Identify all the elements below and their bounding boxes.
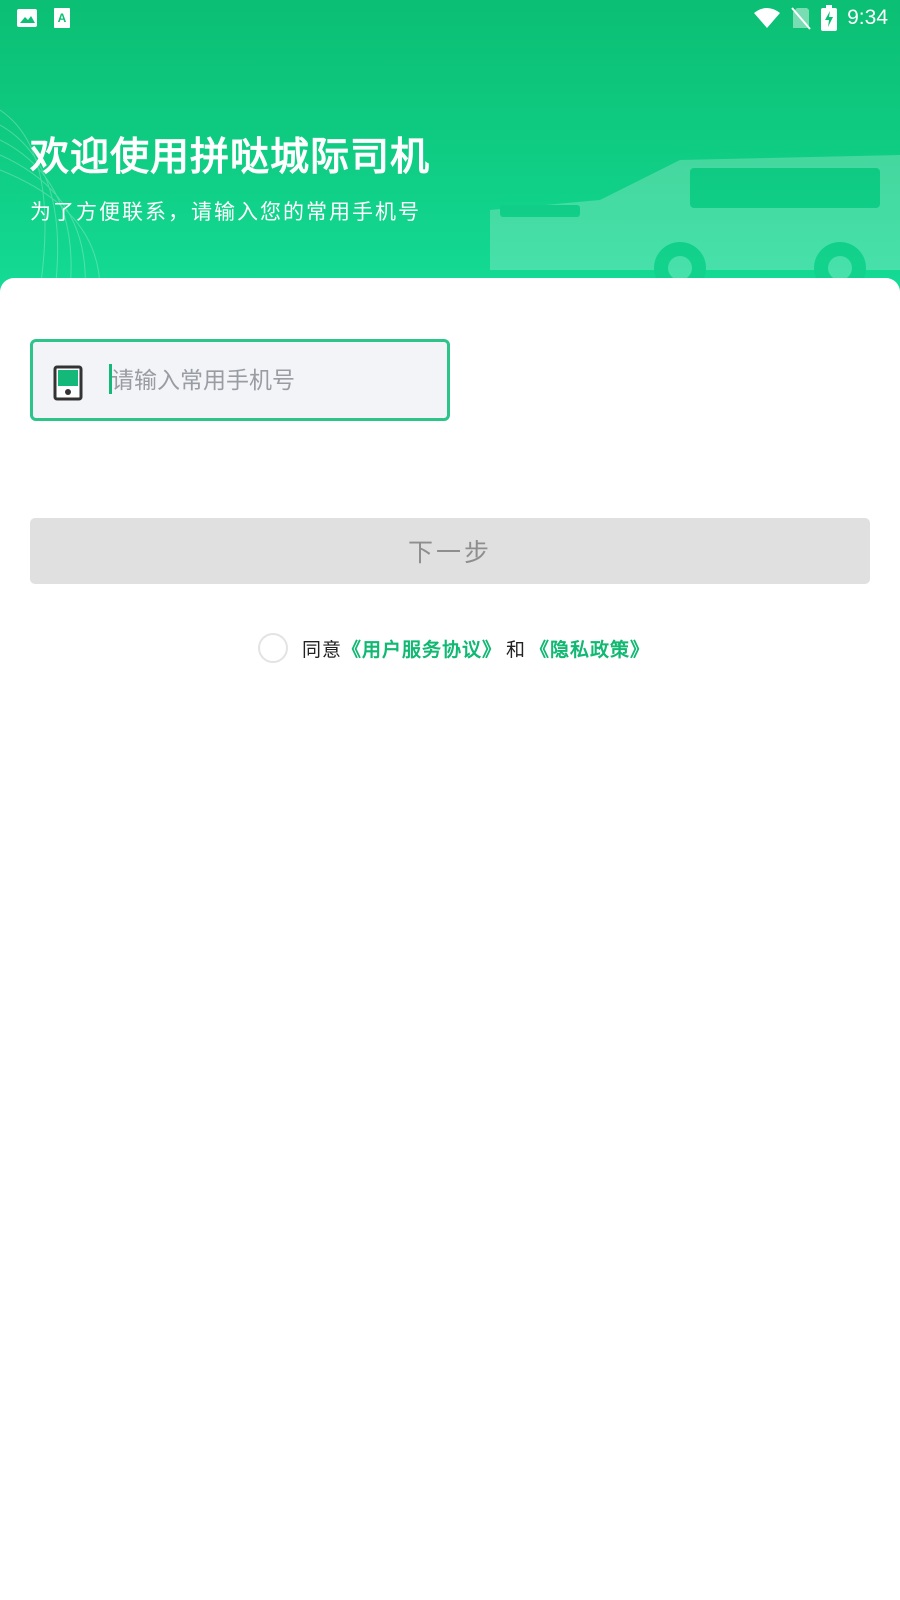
phone-number-input[interactable] xyxy=(111,358,431,402)
agreement-row: 同意 《用户服务协议》 和 《隐私政策》 xyxy=(258,632,650,664)
text-a-icon: A xyxy=(54,8,70,28)
svg-text:A: A xyxy=(58,11,67,25)
decorative-waves xyxy=(0,109,101,290)
agreement-radio[interactable] xyxy=(258,633,288,663)
page-subtitle: 为了方便联系，请输入您的常用手机号 xyxy=(30,201,421,224)
header-banner: A 9:34 欢迎使用拼哒城际司机 为了方便联系，请输入您的常用手机号 xyxy=(0,0,900,300)
image-icon xyxy=(17,9,37,27)
page-title: 欢迎使用拼哒城际司机 xyxy=(30,136,431,179)
agreement-prefix: 同意 xyxy=(302,639,343,661)
login-card xyxy=(0,278,900,1600)
terms-of-service-link[interactable]: 《用户服务协议》 xyxy=(342,635,502,662)
next-step-button[interactable]: 下一步 xyxy=(30,518,870,584)
no-sim-icon xyxy=(791,7,811,30)
phone-icon xyxy=(53,365,83,401)
status-bar: A 9:34 xyxy=(0,0,900,36)
wifi-icon xyxy=(754,8,781,28)
phone-field[interactable] xyxy=(30,339,450,421)
agreement-conjunction: 和 xyxy=(506,639,527,661)
car-illustration xyxy=(490,155,900,290)
clock: 9:34 xyxy=(847,6,888,29)
battery-charging-icon xyxy=(821,5,838,31)
privacy-policy-link[interactable]: 《隐私政策》 xyxy=(530,635,650,662)
